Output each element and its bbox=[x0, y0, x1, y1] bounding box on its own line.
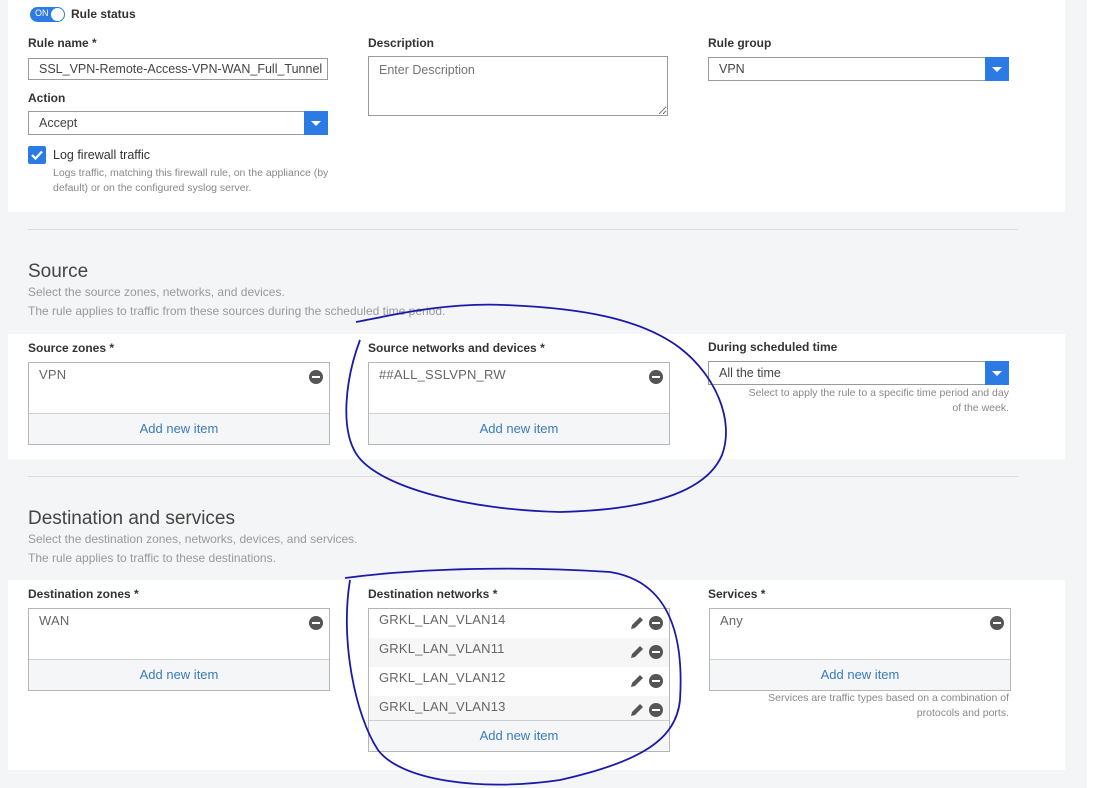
annotation-circle-destination bbox=[344, 567, 682, 786]
annotation-circle-source bbox=[345, 303, 727, 513]
annotation-overlay bbox=[344, 303, 727, 786]
